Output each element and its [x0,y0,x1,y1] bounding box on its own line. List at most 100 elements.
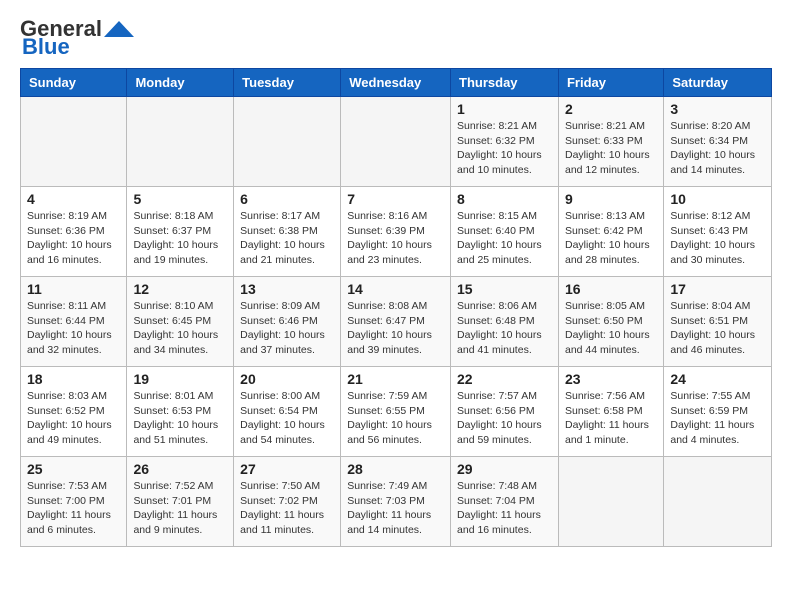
day-number: 28 [347,461,444,477]
day-info: Sunrise: 8:16 AM Sunset: 6:39 PM Dayligh… [347,209,444,268]
day-header: Monday [127,69,234,97]
day-header: Wednesday [341,69,451,97]
day-info: Sunrise: 8:11 AM Sunset: 6:44 PM Dayligh… [27,299,120,358]
calendar-week-row: 25 Sunrise: 7:53 AM Sunset: 7:00 PM Dayli… [21,457,772,547]
day-number: 7 [347,191,444,207]
day-info: Sunrise: 7:57 AM Sunset: 6:56 PM Dayligh… [457,389,552,448]
day-info: Sunrise: 8:10 AM Sunset: 6:45 PM Dayligh… [133,299,227,358]
day-info: Sunrise: 8:09 AM Sunset: 6:46 PM Dayligh… [240,299,334,358]
day-number: 25 [27,461,120,477]
day-header: Tuesday [234,69,341,97]
calendar-cell: 23Sunrise: 7:56 AM Sunset: 6:58 PM Dayli… [558,367,663,457]
day-number: 27 [240,461,334,477]
calendar-week-row: 11 Sunrise: 8:11 AM Sunset: 6:44 PM Dayli… [21,277,772,367]
logo-icon [104,19,134,39]
calendar-cell: 25 Sunrise: 7:53 AM Sunset: 7:00 PM Dayli… [21,457,127,547]
calendar-cell: 14Sunrise: 8:08 AM Sunset: 6:47 PM Dayli… [341,277,451,367]
day-info: Sunrise: 8:21 AM Sunset: 6:32 PM Dayligh… [457,119,552,178]
calendar-cell: 19 Sunrise: 8:01 AM Sunset: 6:53 PM Dayli… [127,367,234,457]
day-number: 10 [670,191,765,207]
day-number: 13 [240,281,334,297]
calendar-cell: 5Sunrise: 8:18 AM Sunset: 6:37 PM Daylig… [127,187,234,277]
logo-blue: Blue [22,34,70,60]
day-number: 20 [240,371,334,387]
day-number: 4 [27,191,120,207]
day-info: Sunrise: 8:08 AM Sunset: 6:47 PM Dayligh… [347,299,444,358]
calendar-week-row: 1 Sunrise: 8:21 AM Sunset: 6:32 PM Daylig… [21,97,772,187]
day-number: 8 [457,191,552,207]
day-number: 12 [133,281,227,297]
day-info: Sunrise: 8:17 AM Sunset: 6:38 PM Dayligh… [240,209,334,268]
day-info: Sunrise: 8:05 AM Sunset: 6:50 PM Dayligh… [565,299,657,358]
day-number: 22 [457,371,552,387]
day-number: 19 [133,371,227,387]
calendar-cell: 26 Sunrise: 7:52 AM Sunset: 7:01 PM Dayli… [127,457,234,547]
day-header: Friday [558,69,663,97]
calendar-cell: 11 Sunrise: 8:11 AM Sunset: 6:44 PM Dayli… [21,277,127,367]
calendar-cell: 28Sunrise: 7:49 AM Sunset: 7:03 PM Dayli… [341,457,451,547]
calendar-cell: 4 Sunrise: 8:19 AM Sunset: 6:36 PM Daylig… [21,187,127,277]
day-info: Sunrise: 8:04 AM Sunset: 6:51 PM Dayligh… [670,299,765,358]
calendar-cell: 13 Sunrise: 8:09 AM Sunset: 6:46 PM Dayli… [234,277,341,367]
day-number: 15 [457,281,552,297]
day-number: 1 [457,101,552,117]
calendar-week-row: 4 Sunrise: 8:19 AM Sunset: 6:36 PM Daylig… [21,187,772,277]
day-info: Sunrise: 7:53 AM Sunset: 7:00 PM Dayligh… [27,479,120,538]
day-number: 2 [565,101,657,117]
calendar-cell: 29 Sunrise: 7:48 AM Sunset: 7:04 PM Dayli… [451,457,559,547]
day-info: Sunrise: 7:50 AM Sunset: 7:02 PM Dayligh… [240,479,334,538]
calendar-cell [558,457,663,547]
day-number: 17 [670,281,765,297]
calendar-cell: 20 Sunrise: 8:00 AM Sunset: 6:54 PM Dayli… [234,367,341,457]
day-info: Sunrise: 8:12 AM Sunset: 6:43 PM Dayligh… [670,209,765,268]
calendar-cell [664,457,772,547]
day-number: 18 [27,371,120,387]
calendar-cell: 3Sunrise: 8:20 AM Sunset: 6:34 PM Daylig… [664,97,772,187]
day-header: Sunday [21,69,127,97]
calendar-cell [234,97,341,187]
calendar-cell: 16 Sunrise: 8:05 AM Sunset: 6:50 PM Dayli… [558,277,663,367]
day-info: Sunrise: 8:01 AM Sunset: 6:53 PM Dayligh… [133,389,227,448]
day-header: Saturday [664,69,772,97]
day-number: 16 [565,281,657,297]
calendar-cell: 9 Sunrise: 8:13 AM Sunset: 6:42 PM Daylig… [558,187,663,277]
day-info: Sunrise: 8:00 AM Sunset: 6:54 PM Dayligh… [240,389,334,448]
day-info: Sunrise: 8:06 AM Sunset: 6:48 PM Dayligh… [457,299,552,358]
day-info: Sunrise: 7:52 AM Sunset: 7:01 PM Dayligh… [133,479,227,538]
calendar-cell: 6 Sunrise: 8:17 AM Sunset: 6:38 PM Daylig… [234,187,341,277]
day-info: Sunrise: 8:13 AM Sunset: 6:42 PM Dayligh… [565,209,657,268]
day-info: Sunrise: 7:55 AM Sunset: 6:59 PM Dayligh… [670,389,765,448]
calendar-week-row: 18 Sunrise: 8:03 AM Sunset: 6:52 PM Dayli… [21,367,772,457]
day-number: 21 [347,371,444,387]
day-info: Sunrise: 8:19 AM Sunset: 6:36 PM Dayligh… [27,209,120,268]
calendar-cell [21,97,127,187]
calendar-cell: 27 Sunrise: 7:50 AM Sunset: 7:02 PM Dayli… [234,457,341,547]
calendar-cell [127,97,234,187]
day-number: 9 [565,191,657,207]
calendar-cell: 8Sunrise: 8:15 AM Sunset: 6:40 PM Daylig… [451,187,559,277]
header: General Blue [20,16,772,60]
calendar-table: SundayMondayTuesdayWednesdayThursdayFrid… [20,68,772,547]
day-number: 5 [133,191,227,207]
page-container: General Blue SundayMondayTuesdayWednesda… [0,0,792,563]
calendar-cell: 15 Sunrise: 8:06 AM Sunset: 6:48 PM Dayli… [451,277,559,367]
calendar-cell: 24 Sunrise: 7:55 AM Sunset: 6:59 PM Dayli… [664,367,772,457]
day-info: Sunrise: 8:03 AM Sunset: 6:52 PM Dayligh… [27,389,120,448]
calendar-cell: 12 Sunrise: 8:10 AM Sunset: 6:45 PM Dayli… [127,277,234,367]
day-number: 6 [240,191,334,207]
day-number: 24 [670,371,765,387]
calendar-cell: 17 Sunrise: 8:04 AM Sunset: 6:51 PM Dayli… [664,277,772,367]
day-info: Sunrise: 7:48 AM Sunset: 7:04 PM Dayligh… [457,479,552,538]
day-number: 11 [27,281,120,297]
calendar-cell: 21 Sunrise: 7:59 AM Sunset: 6:55 PM Dayli… [341,367,451,457]
calendar-header-row: SundayMondayTuesdayWednesdayThursdayFrid… [21,69,772,97]
day-info: Sunrise: 7:59 AM Sunset: 6:55 PM Dayligh… [347,389,444,448]
day-header: Thursday [451,69,559,97]
calendar-cell: 7 Sunrise: 8:16 AM Sunset: 6:39 PM Daylig… [341,187,451,277]
calendar-cell: 1 Sunrise: 8:21 AM Sunset: 6:32 PM Daylig… [451,97,559,187]
calendar-cell: 10 Sunrise: 8:12 AM Sunset: 6:43 PM Dayli… [664,187,772,277]
calendar-cell: 18 Sunrise: 8:03 AM Sunset: 6:52 PM Dayli… [21,367,127,457]
day-number: 29 [457,461,552,477]
calendar-cell: 22 Sunrise: 7:57 AM Sunset: 6:56 PM Dayli… [451,367,559,457]
day-number: 26 [133,461,227,477]
